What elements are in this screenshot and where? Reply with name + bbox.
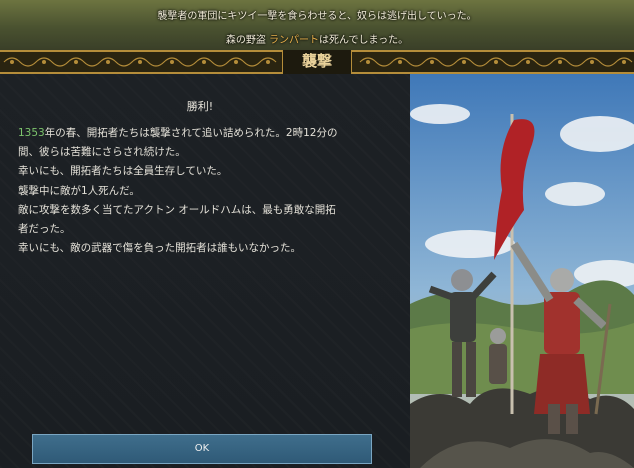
report-line-4: 襲撃中に敵が1人死んだ。: [18, 184, 140, 197]
victory-heading: 勝利!: [186, 100, 214, 113]
report-text-area: 勝利! 1353年の春、開拓者たちは襲撃されて追い詰められた。2時12分の 間、…: [0, 74, 410, 468]
report-line-5: 敵に攻撃を数多く当てたアクトン オールドハムは、最も勇敢な開拓: [18, 203, 336, 216]
report-line-7: 幸いにも、敵の武器で傷を負った開拓者は誰もいなかった。: [18, 242, 301, 255]
notification-suffix: は死んでしまった。: [319, 35, 409, 46]
dialog-title: 襲撃: [282, 50, 352, 74]
notification-raid-repelled: 襲撃者の軍団にキツイ一撃を食らわせると、奴らは逃げ出していった。: [157, 11, 477, 22]
report-line-1: 1353年の春、開拓者たちは襲撃されて追い詰められた。2時12分の: [18, 124, 390, 143]
notification-prefix: 森の野盗: [225, 35, 270, 46]
report-line-3: 幸いにも、開拓者たちは全員生存していた。: [18, 165, 228, 178]
report-line-2: 間、彼らは苦難にさらされ続けた。: [18, 146, 186, 159]
year-value: 1353: [18, 127, 45, 139]
raid-report: 1353年の春、開拓者たちは襲撃されて追い詰められた。2時12分の 間、彼らは苦…: [18, 124, 390, 258]
victory-illustration: [410, 74, 634, 468]
report-line-1-text: 年の春、開拓者たちは襲撃されて追い詰められた。2時12分の: [44, 127, 338, 139]
notification-bandit-died: 森の野盗 ランパートは死んでしまった。: [0, 31, 634, 46]
raid-result-dialog: 勝利! 1353年の春、開拓者たちは襲撃されて追い詰められた。2時12分の 間、…: [0, 74, 634, 468]
ok-button[interactable]: OK: [32, 434, 372, 464]
bandit-name: ランパート: [269, 35, 320, 46]
report-line-6: 者だった。: [18, 223, 71, 236]
notification-area: 襲撃者の軍団にキツイ一撃を食らわせると、奴らは逃げ出していった。 森の野盗 ラン…: [0, 0, 634, 50]
